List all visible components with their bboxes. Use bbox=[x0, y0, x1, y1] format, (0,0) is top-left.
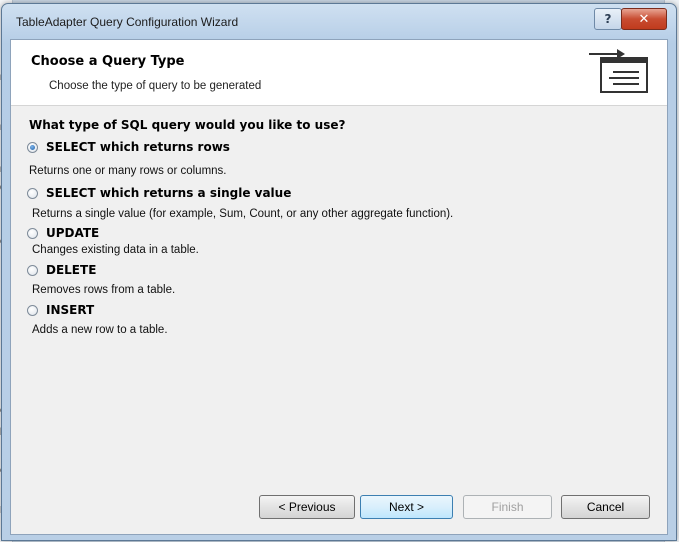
option-label: SELECT which returns a single value bbox=[46, 186, 292, 200]
page-title: Choose a Query Type bbox=[31, 54, 185, 69]
cancel-button[interactable]: Cancel bbox=[561, 495, 650, 519]
option-description: Changes existing data in a table. bbox=[32, 244, 199, 256]
wizard-dialog: TableAdapter Query Configuration Wizard … bbox=[1, 3, 677, 541]
radio-select-rows[interactable] bbox=[27, 141, 38, 153]
query-wizard-icon bbox=[589, 49, 648, 93]
close-button[interactable]: ✕ bbox=[621, 8, 667, 30]
next-button[interactable]: Next > bbox=[360, 495, 453, 519]
radio-insert[interactable] bbox=[27, 304, 38, 316]
option-description: Removes rows from a table. bbox=[32, 284, 176, 296]
option-label: UPDATE bbox=[46, 226, 100, 240]
window-title: TableAdapter Query Configuration Wizard bbox=[16, 15, 239, 29]
radio-update[interactable] bbox=[27, 227, 38, 239]
wizard-header: Choose a Query Type Choose the type of q… bbox=[11, 40, 667, 106]
finish-button[interactable]: Finish bbox=[463, 495, 552, 519]
help-icon: ? bbox=[604, 12, 612, 26]
option-update[interactable]: UPDATE bbox=[27, 226, 99, 240]
close-icon: ✕ bbox=[638, 11, 650, 27]
option-select-rows[interactable]: SELECT which returns rows bbox=[27, 140, 230, 154]
radio-delete[interactable] bbox=[27, 264, 38, 276]
question-label: What type of SQL query would you like to… bbox=[29, 118, 346, 132]
title-bar[interactable]: TableAdapter Query Configuration Wizard … bbox=[2, 4, 676, 38]
option-label: DELETE bbox=[46, 263, 97, 277]
page-subtitle: Choose the type of query to be generated bbox=[49, 80, 262, 92]
previous-button[interactable]: < Previous bbox=[259, 495, 355, 519]
option-select-single-value[interactable]: SELECT which returns a single value bbox=[27, 186, 291, 200]
radio-select-single-value[interactable] bbox=[27, 187, 38, 199]
option-description: Adds a new row to a table. bbox=[32, 324, 168, 336]
help-button[interactable]: ? bbox=[594, 8, 622, 30]
dialog-body: Choose a Query Type Choose the type of q… bbox=[10, 39, 668, 535]
option-description: Returns one or many rows or columns. bbox=[29, 165, 227, 177]
option-description: Returns a single value (for example, Sum… bbox=[32, 208, 454, 220]
option-label: SELECT which returns rows bbox=[46, 140, 230, 154]
option-insert[interactable]: INSERT bbox=[27, 303, 94, 317]
option-label: INSERT bbox=[46, 303, 95, 317]
option-delete[interactable]: DELETE bbox=[27, 263, 96, 277]
